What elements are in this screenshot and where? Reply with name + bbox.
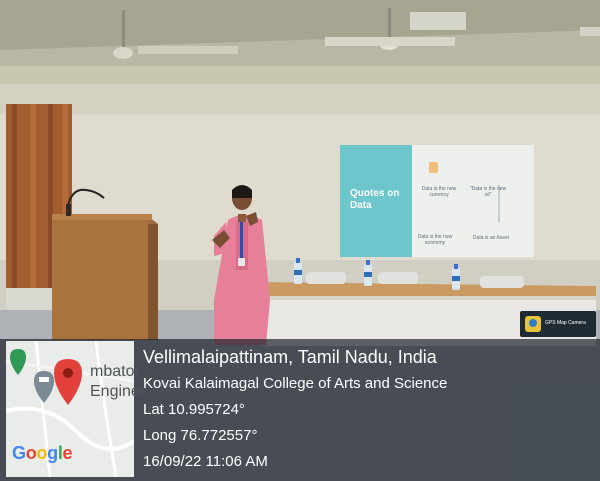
map-place-label: mbator Enginee [90, 362, 149, 402]
location-name: Vellimalaipattinam, Tamil Nadu, India [143, 347, 437, 367]
podium [52, 214, 158, 340]
photo-scene: Quotes on Data Data is the new currency … [0, 0, 600, 481]
timestamp: 16/09/22 11:06 AM [143, 453, 268, 470]
chair [378, 272, 418, 284]
ceiling-ac-unit [410, 12, 466, 30]
curtain-fold [30, 104, 36, 292]
google-logo-letter: o [25, 443, 37, 463]
google-logo-letter: e [62, 443, 73, 463]
location-pin-icon [54, 359, 82, 405]
curtain-fold [12, 104, 17, 292]
ceiling-beam [0, 66, 600, 84]
gps-camera-logo-icon [525, 316, 541, 332]
google-logo-letter: o [36, 443, 48, 463]
chair [480, 276, 524, 288]
gps-app-name: GPS Map Camera [545, 320, 586, 326]
google-logo-letter: g [47, 443, 58, 463]
address-line: Kovai Kalaimagal College of Arts and Sci… [143, 375, 448, 392]
longitude: Long 76.772557° [143, 427, 258, 444]
map-label-line: mbator [90, 363, 140, 380]
map-marker-green-icon [10, 349, 26, 375]
google-logo: Google [12, 443, 73, 464]
latitude: Lat 10.995724° [143, 401, 245, 418]
chair [306, 272, 346, 284]
geo-stamp-text: Vellimalaipattinam, Tamil Nadu, India Ko… [143, 346, 447, 472]
ceiling-light [580, 27, 600, 36]
slide-quote: Data is the new currency [421, 186, 457, 198]
wall-upper-band [0, 84, 600, 114]
slide-quote: Data is an Asset [472, 235, 510, 241]
education-marker-icon [34, 371, 54, 403]
gps-app-badge: GPS Map Camera [520, 311, 596, 337]
slide-quote: Data is the new economy [417, 234, 453, 246]
google-logo-letter: G [12, 443, 26, 463]
slide-icon [429, 162, 438, 173]
map-label-line: Enginee [90, 383, 149, 400]
slide-quote: "Data is the new oil" [469, 186, 507, 198]
slide-title: Quotes on Data [350, 188, 400, 211]
